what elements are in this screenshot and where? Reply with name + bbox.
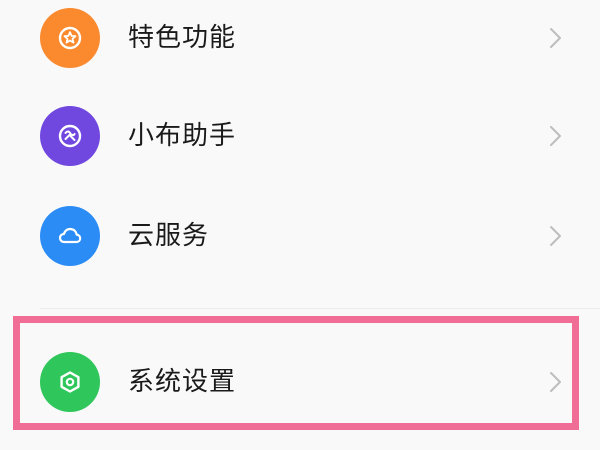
chevron-right-icon — [545, 370, 565, 394]
settings-item-label: 云服务 — [128, 221, 210, 251]
settings-list: 特色功能 小布助手 云服务 系统设置 — [0, 0, 600, 450]
settings-item-label: 小布助手 — [128, 121, 237, 151]
section-divider — [40, 308, 600, 309]
settings-item-system-settings[interactable]: 系统设置 — [0, 332, 600, 432]
chevron-right-icon — [545, 26, 565, 50]
chevron-right-icon — [545, 224, 565, 248]
settings-item-breeno-assistant[interactable]: 小布助手 — [0, 86, 600, 186]
settings-item-label: 特色功能 — [128, 23, 237, 53]
breeno-assistant-icon — [40, 106, 100, 166]
star-badge-icon — [40, 8, 100, 68]
settings-item-label: 系统设置 — [128, 367, 237, 397]
cloud-icon — [40, 206, 100, 266]
settings-item-cloud-service[interactable]: 云服务 — [0, 186, 600, 286]
chevron-right-icon — [545, 124, 565, 148]
hexagon-settings-icon — [40, 352, 100, 412]
settings-item-special-features[interactable]: 特色功能 — [0, 0, 600, 88]
